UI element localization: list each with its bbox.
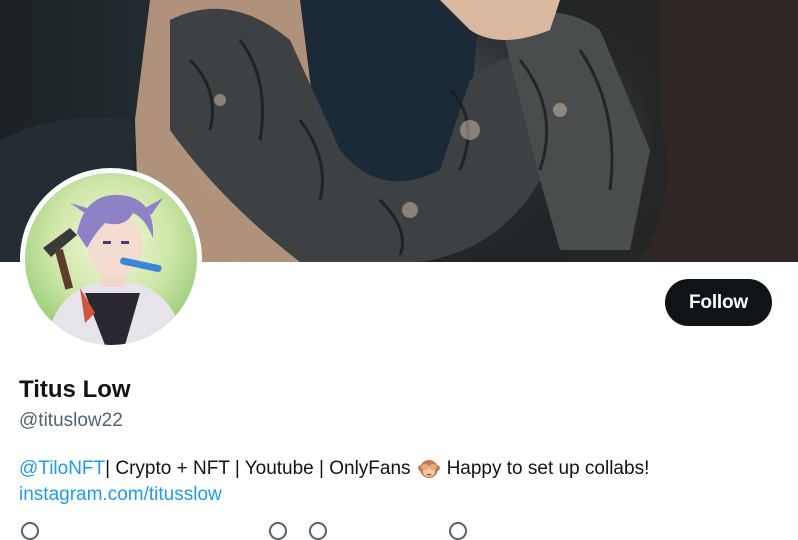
birthday-icon (309, 522, 327, 540)
profile-bio: @TiloNFT | Crypto + NFT | Youtube | Only… (19, 457, 649, 481)
avatar-image (25, 173, 197, 345)
follow-button[interactable]: Follow (665, 279, 772, 326)
link-icon (269, 522, 287, 540)
bio-text-collabs: Happy to set up collabs! (446, 458, 650, 479)
profile-handle: @tituslow22 (19, 410, 123, 431)
profile-display-name: Titus Low (19, 376, 131, 403)
see-no-evil-monkey-icon (417, 457, 441, 481)
profile-meta-row (19, 520, 779, 540)
bio-mention-link[interactable]: @TiloNFT (19, 458, 105, 480)
calendar-icon (449, 522, 467, 540)
profile-avatar[interactable] (20, 168, 202, 350)
bio-text: | Crypto + NFT | Youtube | OnlyFans (105, 458, 411, 479)
profile-website-link[interactable]: instagram.com/titusslow (19, 484, 222, 506)
location-icon (21, 522, 39, 540)
